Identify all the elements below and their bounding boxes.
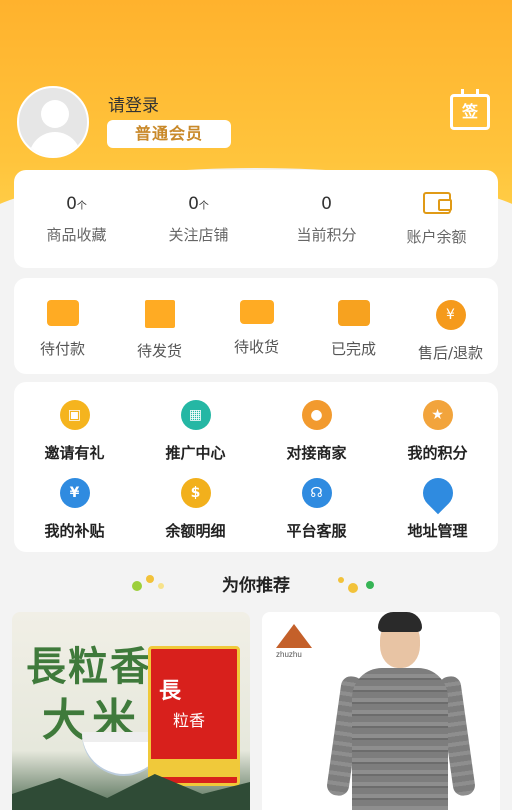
bag-text-line2: 粒香	[173, 711, 206, 730]
medal-icon: ★	[422, 400, 453, 430]
avatar-body-shape	[29, 132, 81, 156]
headset-icon: ☊	[301, 478, 332, 508]
order-label: 待付款	[39, 340, 85, 358]
brand-logo: zhuzhu	[276, 624, 312, 659]
services-card: ▣ 邀请有礼 ▦ 推广中心 ● 对接商家 ★ 我的积分 ¥ 我的补贴 $ 余额明…	[14, 382, 498, 552]
store-icon: ▦	[180, 400, 211, 430]
money-bag-icon: $	[180, 478, 211, 508]
service-invite[interactable]: ▣ 邀请有礼	[14, 400, 135, 463]
sign-in-label: 签	[461, 102, 478, 121]
wallet-icon	[422, 192, 452, 214]
order-label: 售后/退款	[417, 344, 484, 362]
order-label: 待发货	[136, 342, 182, 360]
gift-icon: ▣	[59, 400, 90, 430]
bag-text-line1: 長	[159, 678, 182, 704]
wallet-icon	[46, 300, 79, 326]
stat-value: 0	[321, 194, 332, 214]
stat-value: 0	[66, 194, 77, 214]
order-label: 已完成	[330, 340, 376, 358]
bag-strip	[151, 759, 237, 777]
stat-label: 商品收藏	[46, 226, 107, 244]
brand-name: zhuzhu	[276, 650, 302, 659]
order-completed[interactable]: 已完成	[305, 278, 402, 359]
location-pin-icon	[416, 471, 459, 515]
orders-card: 待付款 待发货 待收货 已完成 ¥ 售后/退款	[14, 278, 498, 374]
stats-card: 0个 商品收藏 0个 关注店铺 0 当前积分 账户余额	[14, 170, 498, 268]
service-customer-support[interactable]: ☊ 平台客服	[256, 478, 377, 541]
avatar[interactable]	[17, 86, 89, 158]
merchant-icon: ●	[301, 400, 332, 430]
package-icon	[144, 300, 175, 328]
product-card-thermal-wear[interactable]: zhuzhu	[262, 612, 500, 810]
recommend-title: 为你推荐	[222, 576, 290, 596]
service-label: 余额明细	[165, 522, 226, 540]
decor-dots-right	[336, 575, 382, 593]
stat-points[interactable]: 0 当前积分	[266, 170, 387, 245]
truck-icon	[239, 300, 274, 324]
stat-value: 0	[188, 194, 199, 214]
order-label: 待收货	[233, 338, 279, 356]
order-pending-payment[interactable]: 待付款	[14, 278, 111, 359]
service-label: 对接商家	[286, 444, 347, 462]
sign-in-calendar-icon[interactable]: 签	[450, 89, 490, 130]
member-level-badge: 普通会员	[107, 120, 231, 148]
order-after-sales[interactable]: ¥ 售后/退款	[402, 278, 499, 363]
service-subsidy[interactable]: ¥ 我的补贴	[14, 478, 135, 541]
service-label: 平台客服	[286, 522, 347, 540]
stat-unit: 个	[76, 201, 87, 212]
stat-followed-shops[interactable]: 0个 关注店铺	[138, 170, 259, 245]
service-promotion[interactable]: ▦ 推广中心	[135, 400, 256, 463]
service-label: 我的积分	[407, 444, 468, 462]
service-label: 邀请有礼	[44, 444, 105, 462]
stat-favorites[interactable]: 0个 商品收藏	[16, 170, 137, 245]
stat-unit: 个	[198, 201, 209, 212]
login-link[interactable]: 请登录	[108, 91, 159, 116]
service-balance-detail[interactable]: $ 余额明细	[135, 478, 256, 541]
service-label: 我的补贴	[44, 522, 105, 540]
yen-coin-icon: ¥	[59, 478, 90, 508]
brand-triangle-icon	[276, 624, 312, 648]
service-address[interactable]: 地址管理	[377, 471, 498, 541]
avatar-head-shape	[41, 100, 69, 128]
product-card-rice[interactable]: 長粒香 大米 長 粒香	[12, 612, 250, 810]
service-label: 地址管理	[407, 522, 468, 540]
order-pending-receipt[interactable]: 待收货	[208, 278, 305, 357]
chat-icon	[337, 300, 370, 326]
service-label: 推广中心	[165, 444, 226, 462]
model-image	[322, 612, 482, 810]
service-my-points[interactable]: ★ 我的积分	[377, 400, 498, 463]
stat-balance[interactable]: 账户余额	[376, 170, 497, 247]
rice-bag-image: 長 粒香	[148, 646, 240, 786]
stat-label: 关注店铺	[168, 226, 229, 244]
order-pending-shipment[interactable]: 待发货	[111, 278, 208, 361]
service-merchant[interactable]: ● 对接商家	[256, 400, 377, 463]
stat-label: 账户余额	[406, 228, 467, 246]
stat-label: 当前积分	[296, 226, 357, 244]
yen-icon: ¥	[435, 300, 466, 330]
